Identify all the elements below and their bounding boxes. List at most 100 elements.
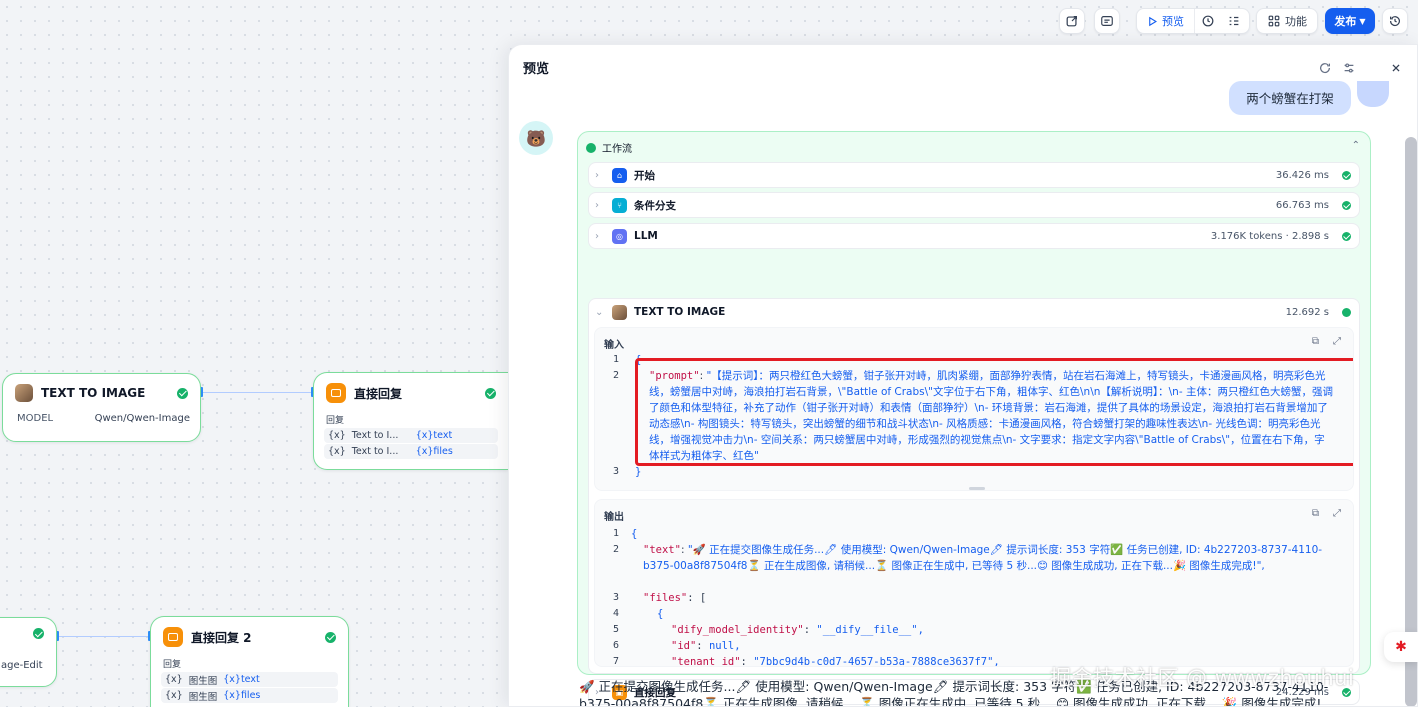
code-text: {: [631, 528, 638, 540]
prompt-value: "prompt": "【提示词】：两只橙红色大螃蟹，钳子张开对峙，肌肉紧绷，面部…: [649, 368, 1335, 464]
branch-icon: ⑂: [612, 197, 627, 213]
success-check-icon: [1342, 231, 1351, 241]
checklist-button[interactable]: [1059, 8, 1085, 34]
image-tool-icon: [612, 304, 627, 320]
edge-edit-to-reply2: [57, 636, 150, 637]
success-check-icon: [325, 631, 336, 643]
line-number: 6: [612, 640, 619, 651]
preview-button[interactable]: 预览: [1137, 9, 1195, 33]
line-number: 1: [612, 354, 619, 365]
line-number: 3: [612, 592, 619, 603]
reply-variable: {x} 图生图 {x}text: [161, 672, 338, 687]
trace-node-llm[interactable]: › ◎ LLM 3.176K tokens · 2.898 s: [588, 223, 1360, 249]
variable-field: {x}text: [415, 430, 453, 441]
reply-variable: {x} 图生图 {x}files: [161, 688, 338, 703]
canvas-node-image-edit[interactable]: age-Edit: [0, 617, 57, 687]
variable-source: 图生图: [188, 675, 218, 687]
workflow-label: 工作流: [602, 144, 632, 155]
env-button[interactable]: [1094, 8, 1120, 34]
list-check-icon: [1229, 16, 1239, 26]
json-key: "tenant_id": [671, 656, 741, 667]
variable-source: 图生图: [188, 691, 218, 703]
chevron-right-icon: ›: [595, 169, 599, 181]
variable-icon: {x}: [328, 446, 346, 457]
trace-node-text-to-image: ⌄ TEXT TO IMAGE 12.692 s 输入 ⧉ ⤢ 1 { 2 "p…: [588, 298, 1360, 674]
trace-node-if-else[interactable]: › ⑂ 条件分支 66.763 ms: [588, 192, 1360, 218]
node-label: age-Edit: [1, 660, 43, 671]
checklist-toggle[interactable]: [1221, 9, 1247, 33]
canvas-node-direct-reply-2[interactable]: 直接回复 2 回复 {x} 图生图 {x}text {x} 图生图 {x}fil…: [150, 616, 349, 707]
features-button[interactable]: 功能: [1256, 8, 1318, 34]
json-key: "prompt": [649, 370, 700, 382]
workflow-header[interactable]: 工作流: [586, 140, 632, 155]
settings-sliders-icon[interactable]: [1342, 61, 1356, 75]
line-number: 2: [612, 544, 619, 555]
trace-node-title: TEXT TO IMAGE: [634, 306, 726, 318]
reply-icon: [326, 383, 346, 403]
copy-icon[interactable]: ⧉: [1312, 508, 1319, 519]
variable-icon: {x}: [165, 674, 183, 685]
variable-field: {x}text: [223, 674, 260, 685]
input-code-panel: 输入 ⧉ ⤢ 1 { 2 "prompt": "【提示词】：两只橙红色大螃蟹，钳…: [594, 327, 1354, 491]
json-key: "dify_model_identity": [671, 624, 804, 636]
reply-icon: [163, 627, 183, 647]
trace-node-title: 条件分支: [634, 199, 676, 212]
trace-node-header[interactable]: ⌄ TEXT TO IMAGE 12.692 s: [595, 299, 1351, 325]
line-number: 7: [612, 656, 619, 667]
image-tool-icon: [15, 384, 33, 402]
refresh-icon[interactable]: [1318, 61, 1332, 75]
json-key: "text": [643, 544, 681, 556]
external-link-icon: [1066, 16, 1077, 27]
success-check-icon: [177, 387, 188, 399]
publish-label: 发布: [1334, 15, 1357, 28]
trace-node-title: 开始: [634, 169, 655, 182]
preview-label: 预览: [1162, 15, 1184, 28]
json-string: "7bbc9d4b-c0d7-4657-b53a-7888ce3637f7",: [753, 656, 1000, 667]
bear-icon: 🐻: [526, 128, 546, 148]
success-check-icon: [1342, 200, 1351, 210]
reply-label: 回复: [163, 660, 182, 670]
copy-icon[interactable]: ⧉: [1312, 336, 1319, 347]
panel-title: 预览: [523, 62, 550, 77]
floating-helper-button[interactable]: ✱: [1384, 632, 1418, 662]
output-code-panel: 输出 ⧉ ⤢ 1 { 2 "text": "🚀 正在提交图像生成任务...🖊 使…: [594, 499, 1354, 667]
code-text: {: [657, 608, 664, 620]
bot-avatar: 🐻: [519, 121, 553, 155]
preview-panel: 预览 两个螃蟹在打架 🐻 工作流 ⌃ › ⌂ 开始 36.426 ms › ⑂ …: [508, 44, 1418, 707]
json-key: "id": [671, 640, 697, 652]
trace-node-stat: 12.692 s: [1285, 306, 1329, 318]
canvas-node-text-to-image[interactable]: TEXT TO IMAGE MODEL Qwen/Qwen-Image: [2, 373, 201, 442]
reply-variable: {x} Text to I... {x}files: [324, 444, 498, 459]
reply-label: 回复: [326, 416, 345, 426]
variable-source: Text to I...: [351, 446, 399, 457]
expand-icon[interactable]: ⤢: [1333, 508, 1341, 519]
code-text: : [: [687, 592, 707, 604]
run-history-button[interactable]: [1195, 9, 1221, 33]
clock-play-icon: [1202, 15, 1214, 27]
trace-node-stat: 3.176K tokens · 2.898 s: [1210, 230, 1329, 242]
publish-button[interactable]: 发布 ▼: [1325, 8, 1375, 34]
version-history-button[interactable]: [1382, 8, 1408, 34]
success-check-icon: [485, 387, 496, 399]
variable-icon: {x}: [165, 690, 183, 701]
resize-handle[interactable]: [969, 487, 985, 490]
model-value: Qwen/Qwen-Image: [94, 412, 190, 424]
model-label: MODEL: [17, 412, 54, 424]
trace-node-start[interactable]: › ⌂ 开始 36.426 ms: [588, 162, 1360, 188]
close-icon[interactable]: [1389, 61, 1403, 75]
canvas-node-direct-reply[interactable]: 直接回复 回复 {x} Text to I... {x}text {x} Tex…: [313, 372, 508, 470]
user-message: 两个螃蟹在打架: [1229, 81, 1351, 115]
edge-tti-to-reply: [201, 392, 313, 393]
chevron-right-icon: ›: [595, 199, 599, 211]
chevron-up-icon[interactable]: ⌃: [1352, 140, 1360, 151]
expand-icon[interactable]: ⤢: [1333, 336, 1341, 347]
input-label: 输入: [604, 340, 624, 351]
line-number: 4: [612, 608, 619, 619]
trace-node-stat: 66.763 ms: [1275, 199, 1329, 211]
scrollbar[interactable]: [1405, 137, 1417, 706]
code-text: {: [635, 354, 642, 366]
variable-field: {x}files: [415, 446, 453, 457]
chevron-right-icon: ›: [595, 230, 599, 242]
user-avatar: [1357, 81, 1389, 107]
variable-field: {x}files: [223, 690, 261, 701]
